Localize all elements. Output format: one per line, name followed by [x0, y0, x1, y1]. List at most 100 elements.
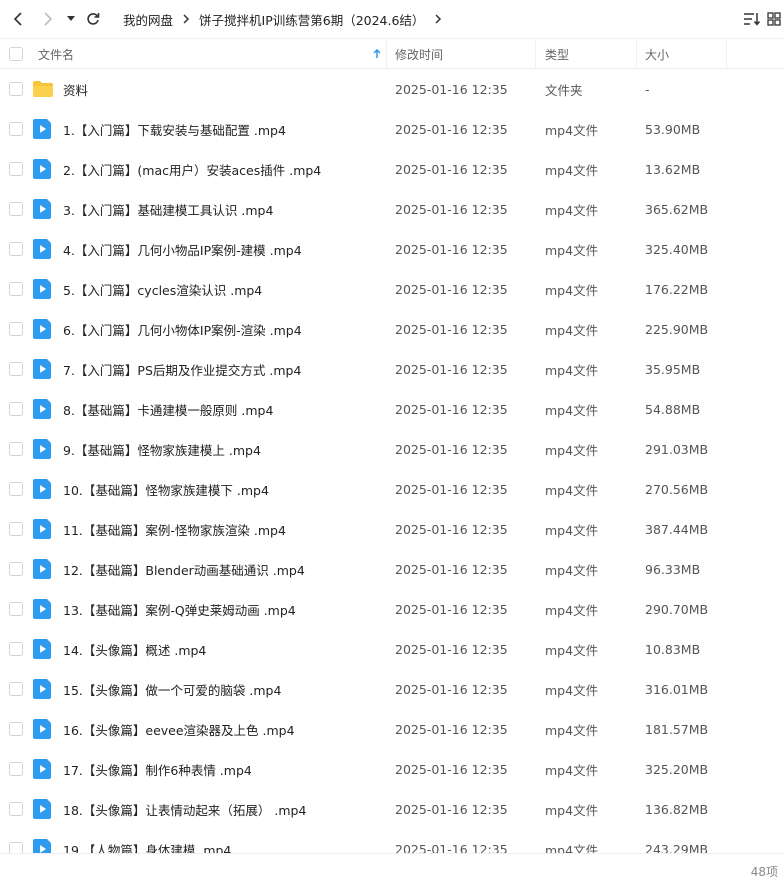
row-checkbox[interactable]	[9, 402, 23, 416]
file-modified-date: 2025-01-16 12:35	[395, 241, 508, 257]
column-modified-label: 修改时间	[395, 47, 444, 62]
file-size: 53.90MB	[645, 121, 701, 137]
breadcrumb-item-root[interactable]: 我的网盘	[123, 10, 173, 29]
row-checkbox[interactable]	[9, 842, 23, 853]
table-row[interactable]: 17.【头像篇】制作6种表情 .mp4 2025-01-16 12:35 mp4文件…	[0, 749, 784, 789]
view-mode-button[interactable]	[766, 10, 782, 28]
sort-button[interactable]	[743, 10, 761, 28]
column-modified[interactable]: 修改时间	[395, 39, 535, 69]
row-checkbox[interactable]	[9, 682, 23, 696]
row-checkbox[interactable]	[9, 522, 23, 536]
refresh-button[interactable]	[84, 9, 102, 29]
back-button[interactable]	[8, 9, 28, 29]
video-file-icon	[33, 159, 53, 179]
file-name: 3.【入门篇】基础建模工具认识 .mp4	[63, 202, 274, 218]
row-checkbox[interactable]	[9, 602, 23, 616]
row-checkbox[interactable]	[9, 82, 23, 96]
column-resize-handle[interactable]	[726, 39, 727, 69]
table-row[interactable]: 5.【入门篇】cycles渲染认识 .mp4 2025-01-16 12:35 mp…	[0, 269, 784, 309]
column-type-label: 类型	[545, 47, 570, 62]
table-row[interactable]: 9.【基础篇】怪物家族建模上 .mp4 2025-01-16 12:35 mp4文件…	[0, 429, 784, 469]
video-file-icon	[33, 359, 53, 379]
file-type: mp4文件	[545, 802, 599, 818]
breadcrumb-item-current[interactable]: 饼子搅拌机IP训练营第6期（2024.6结）	[199, 10, 424, 29]
table-row[interactable]: 13.【基础篇】案例-Q弹史莱姆动画 .mp4 2025-01-16 12:35 m…	[0, 589, 784, 629]
table-row[interactable]: 15.【头像篇】做一个可爱的脑袋 .mp4 2025-01-16 12:35 mp4…	[0, 669, 784, 709]
table-row[interactable]: 资料 2025-01-16 12:35 文件夹 -	[0, 69, 784, 109]
refresh-icon	[87, 13, 100, 25]
file-modified-date: 2025-01-16 12:35	[395, 521, 508, 537]
item-count: 48项	[750, 864, 778, 879]
file-type: mp4文件	[545, 202, 599, 218]
table-row[interactable]: 10.【基础篇】怪物家族建模下 .mp4 2025-01-16 12:35 mp4文…	[0, 469, 784, 509]
row-checkbox[interactable]	[9, 202, 23, 216]
row-checkbox[interactable]	[9, 242, 23, 256]
file-type: mp4文件	[545, 842, 599, 854]
breadcrumb-expand-button[interactable]	[434, 13, 442, 25]
file-type: mp4文件	[545, 602, 599, 618]
row-checkbox[interactable]	[9, 282, 23, 296]
file-name: 13.【基础篇】案例-Q弹史莱姆动画 .mp4	[63, 602, 296, 618]
table-row[interactable]: 14.【头像篇】概述 .mp4 2025-01-16 12:35 mp4文件 10.8…	[0, 629, 784, 669]
row-checkbox[interactable]	[9, 482, 23, 496]
file-size: 270.56MB	[645, 481, 709, 497]
column-size-label: 大小	[645, 47, 670, 62]
toolbar: 我的网盘 饼子搅拌机IP训练营第6期（2024.6结）	[0, 0, 784, 38]
column-resize-handle[interactable]	[386, 39, 387, 69]
row-checkbox[interactable]	[9, 162, 23, 176]
column-type[interactable]: 类型	[545, 39, 635, 69]
table-row[interactable]: 7.【入门篇】PS后期及作业提交方式 .mp4 2025-01-16 12:35 m…	[0, 349, 784, 389]
file-size: 325.20MB	[645, 761, 709, 777]
caret-down-icon	[67, 16, 75, 21]
file-type: mp4文件	[545, 482, 599, 498]
table-row[interactable]: 1.【入门篇】下载安装与基础配置 .mp4 2025-01-16 12:35 mp4…	[0, 109, 784, 149]
file-modified-date: 2025-01-16 12:35	[395, 641, 508, 657]
file-type: mp4文件	[545, 242, 599, 258]
file-size: 96.33MB	[645, 561, 701, 577]
table-row[interactable]: 3.【入门篇】基础建模工具认识 .mp4 2025-01-16 12:35 mp4文…	[0, 189, 784, 229]
row-checkbox[interactable]	[9, 322, 23, 336]
column-resize-handle[interactable]	[636, 39, 637, 69]
table-row[interactable]: 19.【人物篇】身体建模 .mp4 2025-01-16 12:35 mp4文件 24…	[0, 829, 784, 853]
table-row[interactable]: 18.【头像篇】让表情动起来（拓展） .mp4 2025-01-16 12:35 m…	[0, 789, 784, 829]
forward-button[interactable]	[38, 9, 58, 29]
video-file-icon	[33, 639, 53, 659]
column-resize-handle[interactable]	[535, 39, 536, 69]
row-checkbox[interactable]	[9, 722, 23, 736]
table-row[interactable]: 11.【基础篇】案例-怪物家族渲染 .mp4 2025-01-16 12:35 mp…	[0, 509, 784, 549]
file-size: 325.40MB	[645, 241, 709, 257]
table-row[interactable]: 2.【入门篇】(mac用户）安装aces插件 .mp4 2025-01-16 12…	[0, 149, 784, 189]
table-row[interactable]: 8.【基础篇】卡通建模一般原则 .mp4 2025-01-16 12:35 mp4文…	[0, 389, 784, 429]
file-type: mp4文件	[545, 722, 599, 738]
file-size: 35.95MB	[645, 361, 701, 377]
file-size: 10.83MB	[645, 641, 701, 657]
table-row[interactable]: 12.【基础篇】Blender动画基础通识 .mp4 2025-01-16 12:…	[0, 549, 784, 589]
row-checkbox[interactable]	[9, 762, 23, 776]
file-name: 资料	[63, 82, 89, 98]
column-name[interactable]: 文件名	[38, 39, 386, 69]
file-name: 12.【基础篇】Blender动画基础通识 .mp4	[63, 562, 305, 578]
file-name: 11.【基础篇】案例-怪物家族渲染 .mp4	[63, 522, 286, 538]
row-checkbox[interactable]	[9, 642, 23, 656]
history-dropdown-button[interactable]	[64, 9, 78, 29]
file-name: 10.【基础篇】怪物家族建模下 .mp4	[63, 482, 269, 498]
row-checkbox[interactable]	[9, 362, 23, 376]
table-row[interactable]: 4.【入门篇】几何小物品IP案例-建模 .mp4 2025-01-16 12:35…	[0, 229, 784, 269]
row-checkbox[interactable]	[9, 442, 23, 456]
video-file-icon	[33, 319, 53, 339]
video-file-icon	[33, 759, 53, 779]
row-checkbox[interactable]	[9, 562, 23, 576]
table-row[interactable]: 6.【入门篇】几何小物体IP案例-渲染 .mp4 2025-01-16 12:35…	[0, 309, 784, 349]
file-size: 290.70MB	[645, 601, 709, 617]
row-checkbox[interactable]	[9, 802, 23, 816]
file-size: 365.62MB	[645, 201, 709, 217]
column-size[interactable]: 大小	[645, 39, 725, 69]
select-all-checkbox[interactable]	[9, 47, 23, 61]
file-modified-date: 2025-01-16 12:35	[395, 561, 508, 577]
file-size: 181.57MB	[645, 721, 709, 737]
row-checkbox[interactable]	[9, 122, 23, 136]
file-type: mp4文件	[545, 522, 599, 538]
file-name: 4.【入门篇】几何小物品IP案例-建模 .mp4	[63, 242, 302, 258]
file-size: 387.44MB	[645, 521, 709, 537]
table-row[interactable]: 16.【头像篇】eevee渲染器及上色 .mp4 2025-01-16 12:35…	[0, 709, 784, 749]
